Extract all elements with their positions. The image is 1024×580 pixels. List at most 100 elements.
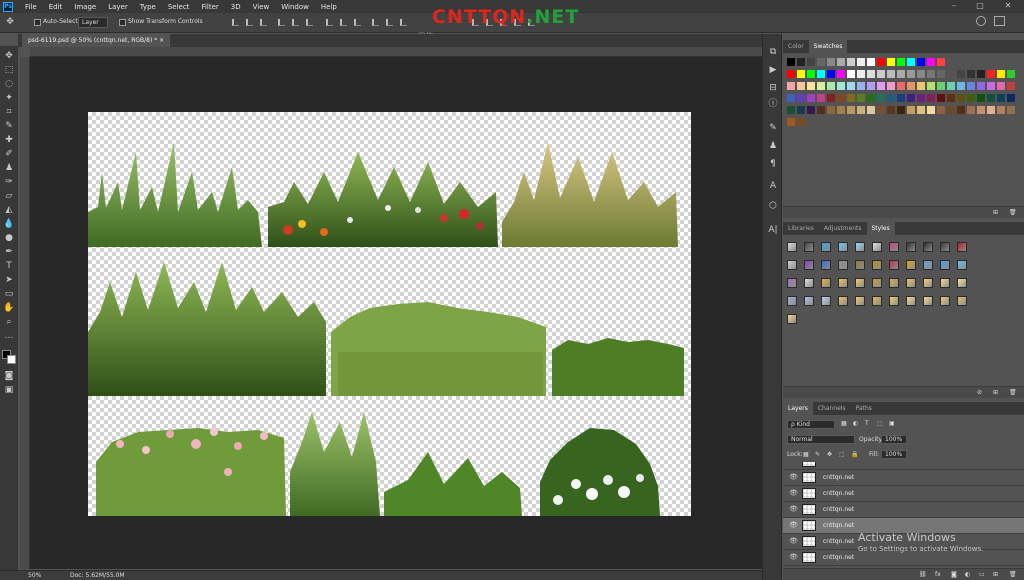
color-swatch[interactable]	[917, 94, 925, 102]
style-preset[interactable]	[804, 242, 814, 252]
color-swatch[interactable]	[787, 94, 795, 102]
style-preset[interactable]	[872, 296, 882, 306]
distribute-vcenter-icon[interactable]	[340, 19, 347, 26]
color-swatch[interactable]	[797, 118, 805, 126]
style-preset[interactable]	[872, 242, 882, 252]
color-swatch[interactable]	[797, 94, 805, 102]
color-swatch[interactable]	[887, 70, 895, 78]
color-swatch[interactable]	[867, 58, 875, 66]
style-preset[interactable]	[804, 260, 814, 270]
color-swatch[interactable]	[827, 70, 835, 78]
visibility-eye-icon[interactable]: 👁	[789, 521, 798, 529]
style-preset[interactable]	[804, 296, 814, 306]
style-preset[interactable]	[855, 296, 865, 306]
menu-select[interactable]: Select	[162, 3, 196, 11]
marquee-tool-icon[interactable]: ⬚	[3, 64, 15, 76]
color-swatch[interactable]	[867, 106, 875, 114]
transform-controls-checkbox[interactable]	[119, 19, 126, 26]
color-swatch[interactable]	[877, 58, 885, 66]
history-brush-icon[interactable]: ✑	[3, 176, 15, 188]
hand-tool-icon[interactable]: ✋	[3, 302, 15, 314]
dodge-tool-icon[interactable]: ●	[3, 232, 15, 244]
filter-shape-icon[interactable]: ⬚	[877, 420, 883, 427]
color-swatch[interactable]	[877, 106, 885, 114]
menu-edit[interactable]: Edit	[43, 3, 69, 11]
path-selection-icon[interactable]: ➤	[3, 274, 15, 286]
color-swatch[interactable]	[967, 94, 975, 102]
color-swatch[interactable]	[847, 70, 855, 78]
color-swatch[interactable]	[987, 94, 995, 102]
color-swatch[interactable]	[937, 58, 945, 66]
color-swatch[interactable]	[957, 106, 965, 114]
close-tab-icon[interactable]: ×	[159, 37, 164, 44]
clone-stamp-icon[interactable]: ♟	[3, 162, 15, 174]
lock-artboard-icon[interactable]: ⬚	[839, 451, 845, 458]
style-preset[interactable]	[787, 296, 797, 306]
color-swatch[interactable]	[837, 94, 845, 102]
color-swatch[interactable]	[847, 82, 855, 90]
color-swatch[interactable]	[997, 82, 1005, 90]
color-swatch[interactable]	[787, 118, 795, 126]
color-swatch[interactable]	[987, 82, 995, 90]
delete-layer-icon[interactable]: 🗑	[1009, 571, 1017, 578]
color-swatch[interactable]	[957, 94, 965, 102]
color-swatch[interactable]	[817, 82, 825, 90]
color-swatch[interactable]	[907, 58, 915, 66]
tab-color[interactable]: Color	[783, 40, 809, 53]
color-swatch[interactable]	[787, 82, 795, 90]
document-canvas[interactable]	[88, 112, 691, 516]
color-swatch[interactable]	[977, 82, 985, 90]
style-preset[interactable]	[957, 260, 967, 270]
style-preset[interactable]	[838, 278, 848, 288]
color-swatch[interactable]	[807, 58, 815, 66]
style-preset[interactable]	[923, 260, 933, 270]
color-swatch[interactable]	[787, 106, 795, 114]
background-color-swatch[interactable]	[7, 355, 16, 364]
color-swatch[interactable]	[947, 94, 955, 102]
lock-image-icon[interactable]: ✎	[815, 451, 820, 458]
color-swatch[interactable]	[787, 70, 795, 78]
delete-style-icon[interactable]: 🗑	[1009, 389, 1017, 396]
style-preset[interactable]	[821, 260, 831, 270]
styles-grid[interactable]	[783, 238, 1024, 388]
auto-select-target-dropdown[interactable]: Layer	[78, 17, 108, 28]
style-preset[interactable]	[957, 278, 967, 288]
color-swatch[interactable]	[947, 106, 955, 114]
healing-brush-icon[interactable]: ✚	[3, 134, 15, 146]
style-preset[interactable]	[838, 296, 848, 306]
color-swatch[interactable]	[857, 82, 865, 90]
style-preset[interactable]	[940, 278, 950, 288]
color-swatch[interactable]	[867, 70, 875, 78]
color-swatch[interactable]	[817, 106, 825, 114]
color-swatch[interactable]	[997, 94, 1005, 102]
adjustment-layer-icon[interactable]: ◐	[965, 571, 970, 578]
color-swatch[interactable]	[797, 70, 805, 78]
brush-tool-icon[interactable]: ✐	[3, 148, 15, 160]
paragraph-panel-icon[interactable]: ¶	[767, 158, 779, 170]
style-preset[interactable]	[787, 314, 797, 324]
menu-help[interactable]: Help	[315, 3, 343, 11]
lock-position-icon[interactable]: ✥	[827, 451, 832, 458]
color-swatch[interactable]	[967, 70, 975, 78]
style-preset[interactable]	[906, 278, 916, 288]
style-preset[interactable]	[906, 260, 916, 270]
filter-type-icon[interactable]: T	[865, 420, 869, 427]
style-preset[interactable]	[957, 242, 967, 252]
style-preset[interactable]	[838, 242, 848, 252]
style-preset[interactable]	[855, 278, 865, 288]
color-swatch[interactable]	[1007, 94, 1015, 102]
move-tool-preset-icon[interactable]: ✥	[4, 17, 16, 29]
color-swatch[interactable]	[837, 58, 845, 66]
style-preset[interactable]	[923, 242, 933, 252]
filter-smart-icon[interactable]: ▣	[889, 420, 895, 427]
align-bottom-icon[interactable]	[260, 19, 267, 26]
style-preset[interactable]	[940, 260, 950, 270]
style-preset[interactable]	[855, 260, 865, 270]
color-swatch[interactable]	[807, 94, 815, 102]
clear-style-icon[interactable]: ⊘	[977, 389, 982, 396]
color-swatch[interactable]	[1007, 106, 1015, 114]
layer-row[interactable]: 👁 cnttqn.net	[783, 502, 1024, 518]
color-swatch[interactable]	[887, 106, 895, 114]
style-preset[interactable]	[889, 278, 899, 288]
search-icon[interactable]	[976, 16, 986, 26]
